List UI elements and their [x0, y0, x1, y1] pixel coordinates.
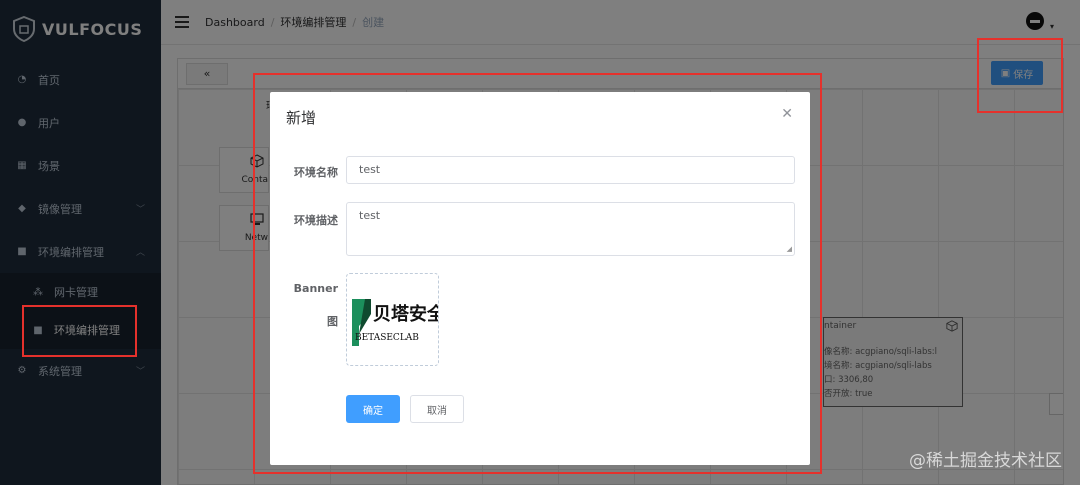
highlight-box-dialog	[253, 73, 822, 474]
highlight-box-save	[977, 38, 1063, 113]
watermark: @稀土掘金技术社区	[909, 451, 1062, 471]
highlight-box-menu	[22, 305, 137, 357]
